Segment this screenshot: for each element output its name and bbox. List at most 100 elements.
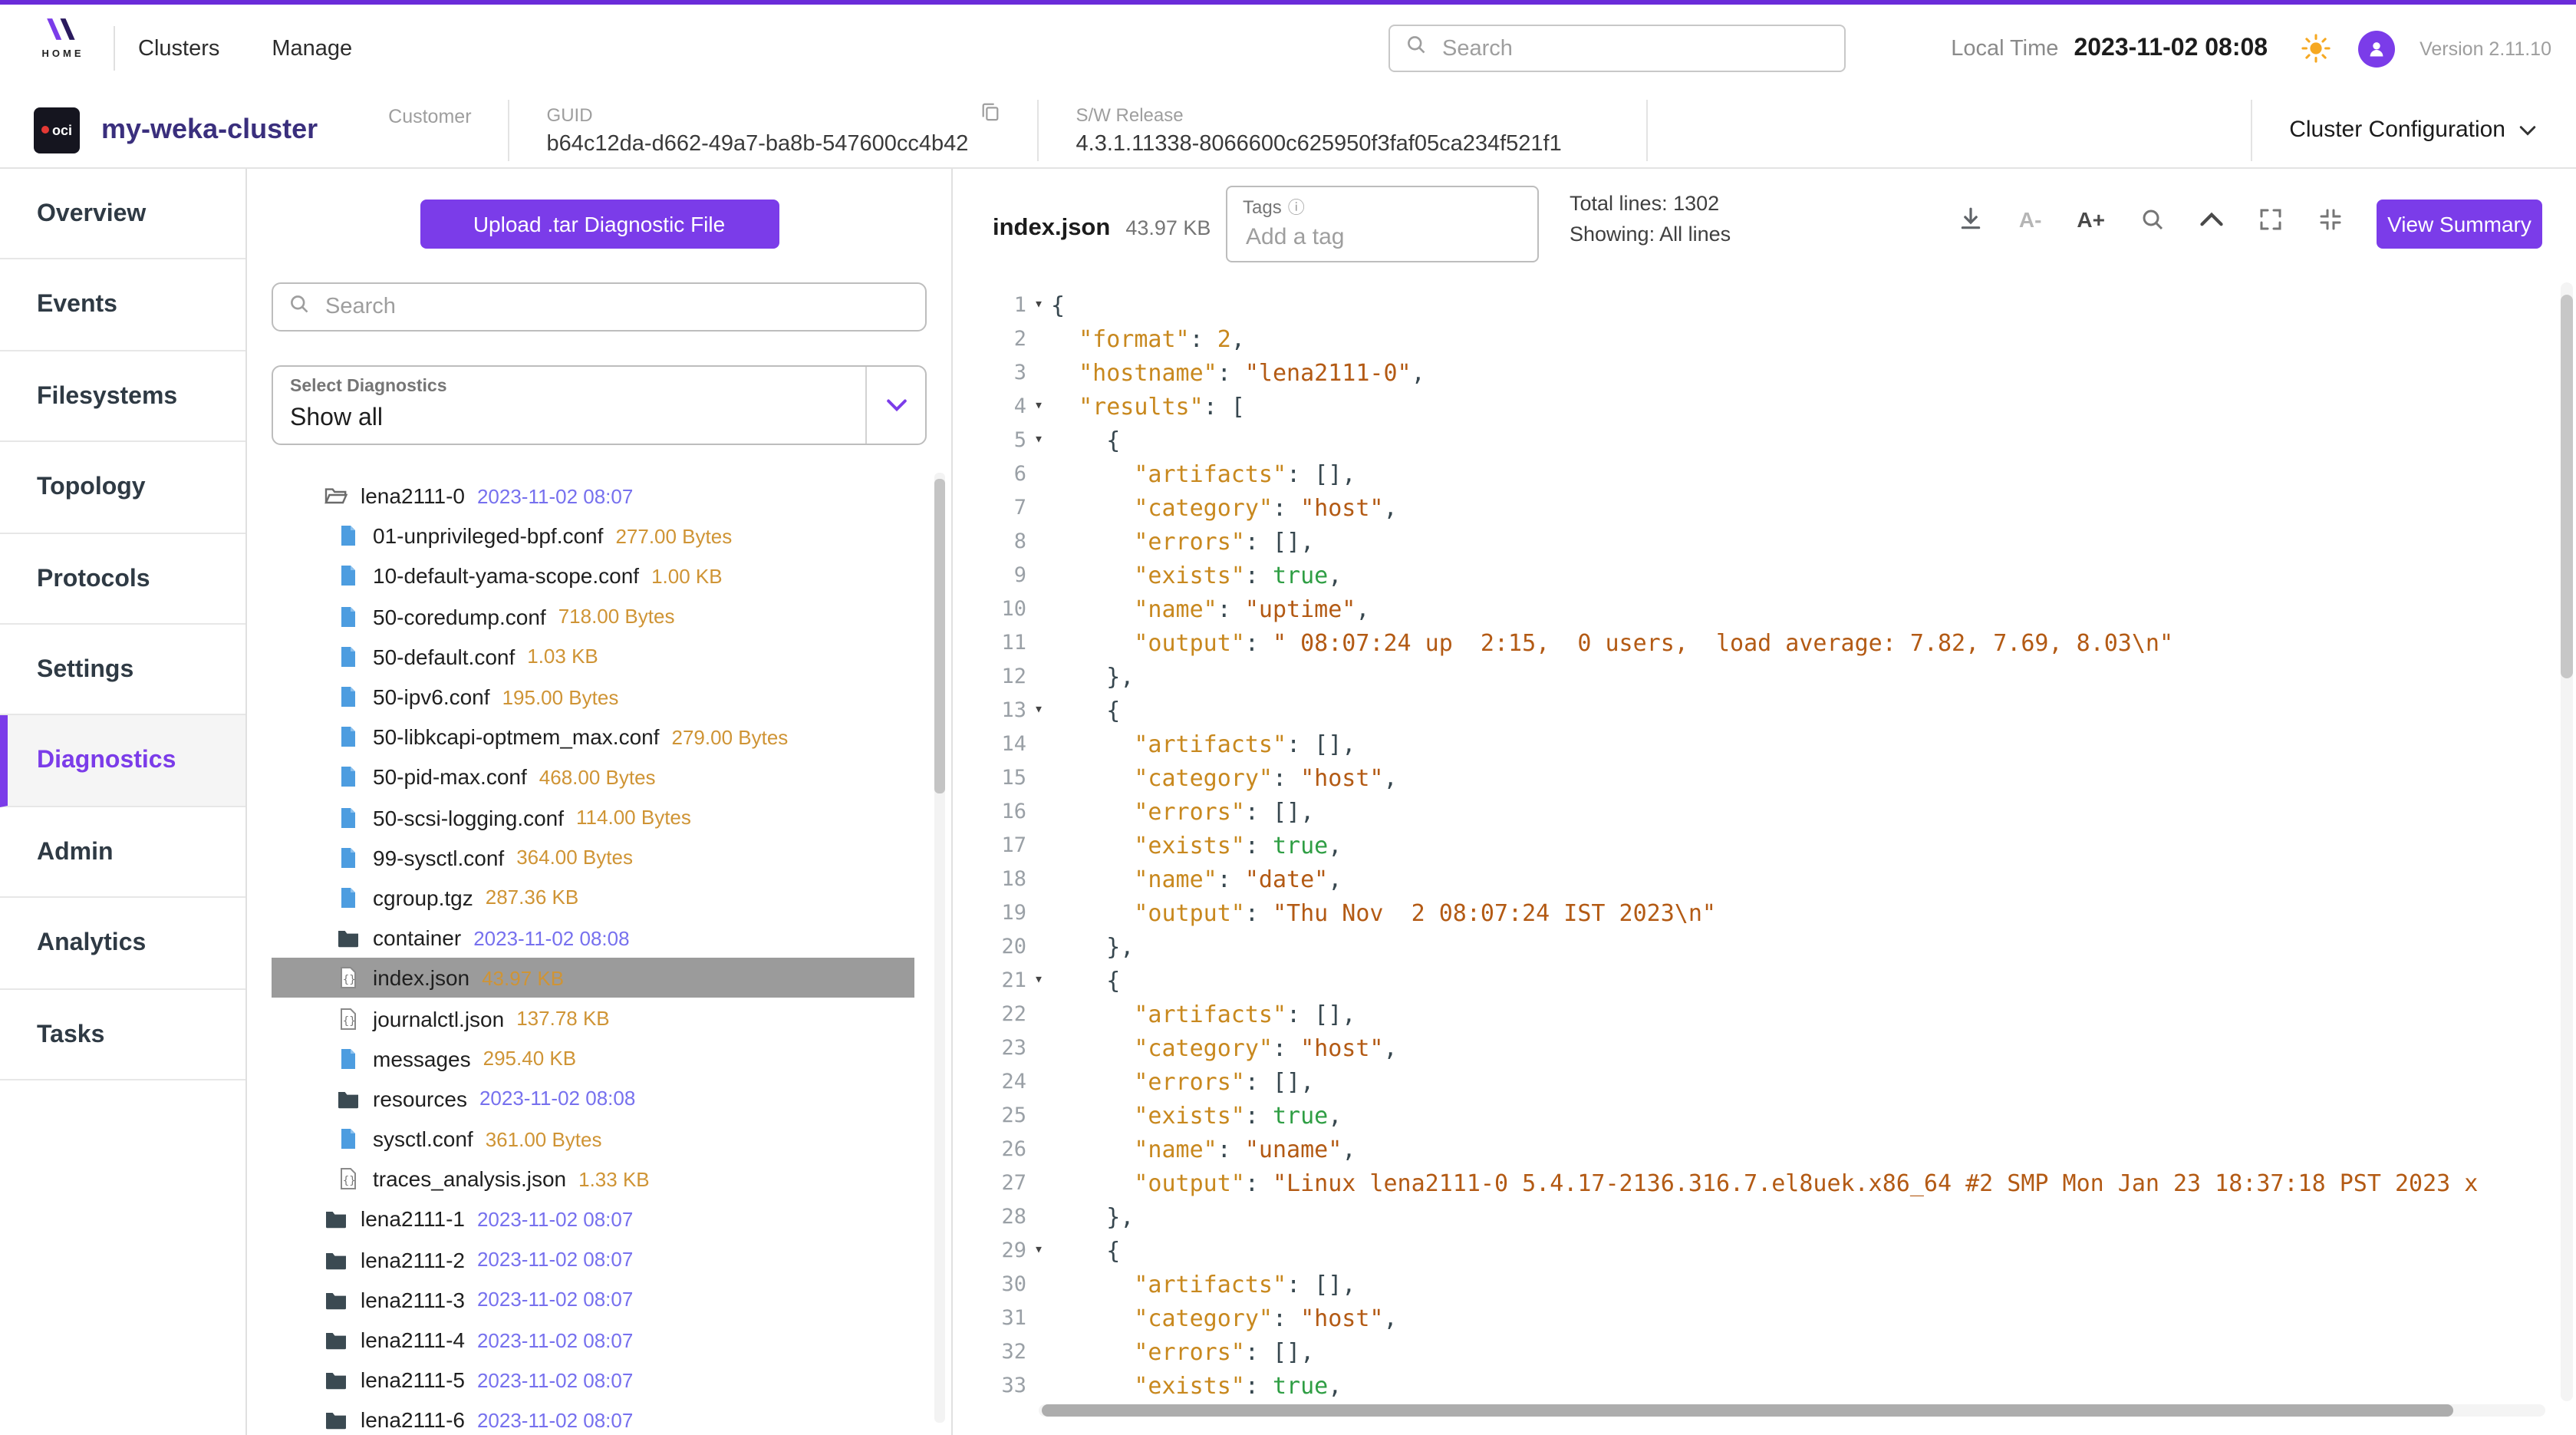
tree-item-sysctl.conf[interactable]: sysctl.conf361.00 Bytes — [272, 1119, 914, 1159]
tree-item-lena2111-3[interactable]: lena2111-32023-11-02 08:07 — [272, 1280, 914, 1320]
font-decrease-button[interactable]: A- — [2019, 206, 2042, 231]
tree-item-name: lena2111-4 — [361, 1328, 465, 1352]
tree-item-name: 50-libkcapi-optmem_max.conf — [373, 724, 660, 749]
json-line: 25 "exists": true, — [953, 1099, 2558, 1133]
global-search[interactable] — [1388, 25, 1846, 72]
file-icon — [336, 724, 361, 749]
sidebar-item-tasks[interactable]: Tasks — [0, 989, 245, 1080]
upload-diagnostic-button[interactable]: Upload .tar Diagnostic File — [420, 200, 779, 249]
collapse-caret-icon[interactable]: ▾ — [1026, 289, 1051, 322]
user-avatar[interactable] — [2358, 30, 2395, 67]
tree-item-lena2111-4[interactable]: lena2111-42023-11-02 08:07 — [272, 1320, 914, 1360]
nav-clusters[interactable]: Clusters — [138, 36, 219, 61]
json-line: 3 "hostname": "lena2111-0", — [953, 356, 2558, 390]
tree-item-99-sysctl.conf[interactable]: 99-sysctl.conf364.00 Bytes — [272, 837, 914, 877]
tree-item-cgroup.tgz[interactable]: cgroup.tgz287.36 KB — [272, 878, 914, 918]
line-content: "name": "uptime", — [1051, 592, 1369, 626]
line-number: 2 — [953, 322, 1026, 356]
search-in-file-icon[interactable] — [2140, 206, 2165, 231]
view-summary-button[interactable]: View Summary — [2377, 200, 2542, 249]
sidebar-item-protocols[interactable]: Protocols — [0, 533, 245, 625]
copy-guid-icon[interactable] — [981, 101, 1001, 128]
svg-text:{}: {} — [343, 1014, 356, 1027]
select-diagnostics-label: Select Diagnostics — [290, 378, 447, 396]
folder-icon — [324, 1328, 348, 1352]
tree-item-journalctl.json[interactable]: {}journalctl.json137.78 KB — [272, 998, 914, 1038]
select-diagnostics-dropdown[interactable]: Select Diagnostics Show all — [272, 365, 927, 445]
diagnostics-search-input[interactable] — [322, 293, 910, 321]
collapse-caret-icon[interactable]: ▾ — [1026, 390, 1051, 424]
sw-release-block: S/W Release 4.3.1.11338-8066600c625950f3… — [1076, 104, 1610, 156]
viewer-hscrollbar-thumb[interactable] — [1042, 1404, 2453, 1417]
collapse-caret-icon[interactable]: ▾ — [1026, 964, 1051, 998]
tree-item-size: 1.00 KB — [651, 565, 723, 588]
sidebar-item-diagnostics[interactable]: Diagnostics — [0, 716, 245, 807]
tags-box[interactable]: Tags ⓘ — [1226, 186, 1539, 262]
tree-scrollbar-thumb[interactable] — [934, 479, 945, 793]
line-number: 14 — [953, 727, 1026, 761]
line-content: }, — [1051, 930, 1134, 964]
tree-item-50-coredump.conf[interactable]: 50-coredump.conf718.00 Bytes — [272, 596, 914, 636]
tree-item-name: 01-unprivileged-bpf.conf — [373, 524, 603, 549]
sidebar-item-settings[interactable]: Settings — [0, 625, 245, 716]
sidebar-item-admin[interactable]: Admin — [0, 807, 245, 898]
tree-item-lena2111-1[interactable]: lena2111-12023-11-02 08:07 — [272, 1199, 914, 1239]
json-line: 22 "artifacts": [], — [953, 998, 2558, 1031]
sidebar-item-filesystems[interactable]: Filesystems — [0, 351, 245, 443]
tree-item-date: 2023-11-02 08:07 — [477, 1248, 633, 1271]
diagnostics-search[interactable] — [272, 282, 927, 332]
local-time-value: 2023-11-02 08:08 — [2074, 35, 2268, 62]
tree-item-resources[interactable]: resources2023-11-02 08:08 — [272, 1079, 914, 1119]
chevron-down-icon[interactable] — [865, 367, 925, 444]
tree-item-name: 10-default-yama-scope.conf — [373, 564, 639, 589]
tree-item-messages[interactable]: messages295.40 KB — [272, 1038, 914, 1078]
sidebar-item-events[interactable]: Events — [0, 260, 245, 351]
tree-item-lena2111-0[interactable]: lena2111-02023-11-02 08:07 — [272, 476, 914, 516]
tree-item-50-libkcapi-optmem_max.conf[interactable]: 50-libkcapi-optmem_max.conf279.00 Bytes — [272, 717, 914, 757]
tree-item-01-unprivileged-bpf.conf[interactable]: 01-unprivileged-bpf.conf277.00 Bytes — [272, 516, 914, 556]
line-number: 28 — [953, 1200, 1026, 1234]
global-search-input[interactable] — [1439, 35, 1829, 62]
sidebar-item-topology[interactable]: Topology — [0, 442, 245, 533]
add-tag-input[interactable] — [1243, 223, 1528, 252]
json-line: 6 "artifacts": [], — [953, 457, 2558, 491]
tree-item-traces_analysis.json[interactable]: {}traces_analysis.json1.33 KB — [272, 1159, 914, 1199]
tree-item-lena2111-6[interactable]: lena2111-62023-11-02 08:07 — [272, 1400, 914, 1435]
sidebar-item-overview[interactable]: Overview — [0, 169, 245, 260]
viewer-vscrollbar-thumb[interactable] — [2561, 295, 2573, 678]
collapse-caret-icon[interactable]: ▾ — [1026, 694, 1051, 727]
font-increase-button[interactable]: A+ — [2077, 206, 2105, 231]
nav-manage[interactable]: Manage — [272, 36, 352, 61]
select-diagnostics-value: Show all — [290, 405, 383, 433]
tree-item-name: 50-pid-max.conf — [373, 765, 527, 790]
tree-item-50-pid-max.conf[interactable]: 50-pid-max.conf468.00 Bytes — [272, 757, 914, 797]
tree-item-lena2111-2[interactable]: lena2111-22023-11-02 08:07 — [272, 1239, 914, 1279]
folder-icon — [324, 1247, 348, 1272]
fullscreen-icon[interactable] — [2258, 206, 2283, 231]
tree-item-50-default.conf[interactable]: 50-default.conf1.03 KB — [272, 637, 914, 677]
collapse-all-icon[interactable] — [2200, 211, 2223, 226]
line-number: 26 — [953, 1133, 1026, 1166]
tree-item-index.json[interactable]: {}index.json43.97 KB — [272, 958, 914, 998]
download-icon[interactable] — [1958, 206, 1984, 232]
exit-fullscreen-icon[interactable] — [2318, 206, 2343, 231]
weka-logo-icon — [43, 20, 83, 46]
weka-logo[interactable]: HOME — [28, 18, 98, 60]
file-icon — [336, 564, 361, 589]
provider-badge-label: oci — [52, 122, 72, 137]
tree-item-lena2111-5[interactable]: lena2111-52023-11-02 08:07 — [272, 1360, 914, 1400]
theme-toggle-sun-icon[interactable] — [2301, 34, 2331, 63]
line-number: 20 — [953, 930, 1026, 964]
tree-item-10-default-yama-scope.conf[interactable]: 10-default-yama-scope.conf 1.00 KB — [272, 556, 914, 596]
sidebar-item-analytics[interactable]: Analytics — [0, 898, 245, 989]
tree-item-container[interactable]: container2023-11-02 08:08 — [272, 918, 914, 958]
tree-item-50-ipv6.conf[interactable]: 50-ipv6.conf195.00 Bytes — [272, 677, 914, 717]
tree-item-name: 50-coredump.conf — [373, 604, 546, 628]
collapse-caret-icon[interactable]: ▾ — [1026, 1234, 1051, 1268]
json-line: 4▾ "results": [ — [953, 390, 2558, 424]
diagnostics-file-tree: lena2111-02023-11-02 08:0701-unprivilege… — [247, 476, 951, 1435]
cluster-configuration-dropdown[interactable]: Cluster Configuration — [2289, 116, 2536, 144]
cluster-name: my-weka-cluster — [101, 114, 318, 146]
tree-item-50-scsi-logging.conf[interactable]: 50-scsi-logging.conf114.00 Bytes — [272, 797, 914, 837]
collapse-caret-icon[interactable]: ▾ — [1026, 424, 1051, 457]
